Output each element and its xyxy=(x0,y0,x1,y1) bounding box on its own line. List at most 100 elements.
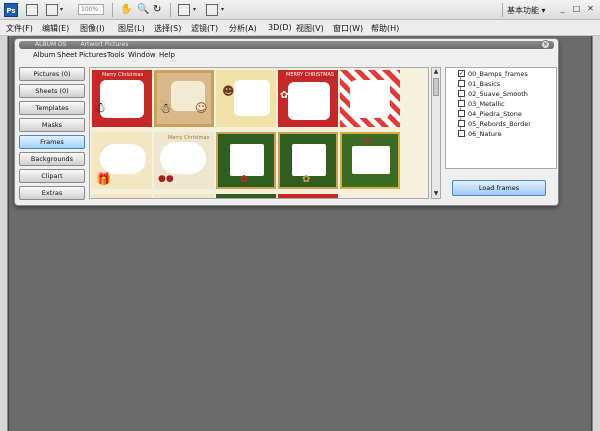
toolbar-divider xyxy=(502,3,503,17)
album-menu-tools[interactable]: Tools xyxy=(107,51,124,59)
gingerbread-icon: ☺ xyxy=(195,101,208,115)
checkbox[interactable] xyxy=(458,130,465,137)
workspace-switcher[interactable]: 基本功能 ▾ xyxy=(507,5,546,16)
menu-view[interactable]: 视图(V) xyxy=(296,23,324,34)
menu-filter[interactable]: 滤镜(T) xyxy=(191,23,218,34)
bridge-icon[interactable] xyxy=(26,4,38,16)
tree-item-04-piedra-stone[interactable]: 04_Piedra_Stone xyxy=(458,110,522,118)
arrange-documents-icon[interactable] xyxy=(178,4,190,16)
frame-thumbnail[interactable]: ✿ xyxy=(278,132,338,189)
nav-frames-button[interactable]: Frames xyxy=(19,135,85,149)
nav-extras-button[interactable]: Extras xyxy=(19,186,85,200)
frame-thumbnail[interactable]: Merry Christmas ☃ xyxy=(92,70,152,127)
tree-item-label: 01_Basics xyxy=(468,80,501,88)
tree-item-06-nature[interactable]: 06_Nature xyxy=(458,130,502,138)
album-menu-window[interactable]: Window xyxy=(128,51,156,59)
rotate-view-icon[interactable]: ↻ xyxy=(153,4,161,15)
view-extras-icon[interactable] xyxy=(46,4,58,16)
checkbox[interactable] xyxy=(458,100,465,107)
frames-folder-tree: ✓ 00_Bamps_frames 01_Basics 02_Suave_Smo… xyxy=(445,67,557,169)
album-menu-album[interactable]: Album xyxy=(33,51,55,59)
menu-layer[interactable]: 图层(L) xyxy=(118,23,145,34)
workspace-caret-icon: ▾ xyxy=(541,6,546,15)
checkbox[interactable]: ✓ xyxy=(458,70,465,77)
frame-thumbnail[interactable]: 🎁 xyxy=(92,132,152,189)
album-menu-help[interactable]: Help xyxy=(159,51,175,59)
close-button[interactable]: ✕ xyxy=(585,4,596,15)
screen-mode-icon[interactable] xyxy=(206,4,218,16)
thumbnail-caption: Merry Christmas xyxy=(168,135,210,141)
album-menu-sheet[interactable]: Sheet xyxy=(57,51,77,59)
tree-item-02-suave-smooth[interactable]: 02_Suave_Smooth xyxy=(458,90,528,98)
ornament-icon: ●● xyxy=(158,174,174,184)
menu-window[interactable]: 窗口(W) xyxy=(333,23,363,34)
frame-thumbnail[interactable]: ✿ xyxy=(216,132,276,189)
load-frames-button[interactable]: Load frames xyxy=(452,180,546,196)
tree-item-label: 02_Suave_Smooth xyxy=(468,90,528,98)
zoom-tool-icon[interactable]: 🔍 xyxy=(137,4,149,15)
checkbox[interactable] xyxy=(458,120,465,127)
bow-icon: ✿ xyxy=(240,174,249,185)
screen-mode-caret-icon[interactable]: ▾ xyxy=(221,6,224,13)
thumbnail-scrollbar[interactable]: ▲ ▼ xyxy=(431,67,441,199)
frame-thumbnail[interactable] xyxy=(340,70,400,127)
frame-thumbnail[interactable]: ☃ ☺ xyxy=(154,70,214,127)
restore-button[interactable]: □ xyxy=(571,4,582,15)
album-menu-pictures[interactable]: Pictures xyxy=(79,51,107,59)
menu-help[interactable]: 帮助(H) xyxy=(371,23,399,34)
menu-3d[interactable]: 3D(D) xyxy=(268,23,292,32)
album-title-bar[interactable]: ALBUM DS Artwort Pictures xyxy=(19,41,554,49)
menu-edit[interactable]: 编辑(E) xyxy=(42,23,69,34)
menu-file[interactable]: 文件(F) xyxy=(6,23,33,34)
tree-item-01-basics[interactable]: 01_Basics xyxy=(458,80,501,88)
frame-thumbnail[interactable] xyxy=(216,194,276,198)
menu-select[interactable]: 选择(S) xyxy=(154,23,181,34)
hand-tool-icon[interactable]: ✋ xyxy=(120,4,132,15)
frame-thumbnail[interactable]: ❦ xyxy=(340,132,400,189)
thumbnail-caption: Merry Christmas xyxy=(102,72,144,78)
nav-masks-button[interactable]: Masks xyxy=(19,118,85,132)
nav-templates-button[interactable]: Templates xyxy=(19,101,85,115)
workspace-label: 基本功能 xyxy=(507,6,539,15)
tree-item-00-bamps-frames[interactable]: ✓ 00_Bamps_frames xyxy=(458,70,528,78)
frame-thumbnail[interactable] xyxy=(154,194,214,198)
tree-item-label: 00_Bamps_frames xyxy=(468,70,528,78)
frame-thumbnail[interactable] xyxy=(278,194,338,198)
nav-sheets-button[interactable]: Sheets (0) xyxy=(19,84,85,98)
view-extras-caret-icon[interactable]: ▾ xyxy=(60,6,63,13)
frame-thumbnail[interactable]: Merry Christmas ●● xyxy=(154,132,214,189)
holly-icon: ❦ xyxy=(364,136,372,146)
album-title: ALBUM DS xyxy=(35,41,67,48)
tree-item-05-rebords-border[interactable]: 05_Rebords_Border xyxy=(458,120,531,128)
nav-pictures-button[interactable]: Pictures (0) xyxy=(19,67,85,81)
bear-icon: ☻ xyxy=(222,84,235,98)
snowman-icon: ☃ xyxy=(159,101,172,117)
toolbar-divider xyxy=(170,3,171,17)
scroll-up-icon[interactable]: ▲ xyxy=(432,68,440,76)
scroll-down-icon[interactable]: ▼ xyxy=(432,190,440,198)
menu-bar: 文件(F) 编辑(E) 图像(I) 图层(L) 选择(S) 滤镜(T) 分析(A… xyxy=(0,20,600,36)
minimize-button[interactable]: _ xyxy=(557,4,568,15)
tree-item-label: 04_Piedra_Stone xyxy=(468,110,522,118)
checkbox[interactable] xyxy=(458,90,465,97)
tree-item-label: 05_Rebords_Border xyxy=(468,120,531,128)
angel-icon: ✿ xyxy=(280,90,289,101)
arrange-caret-icon[interactable]: ▾ xyxy=(193,6,196,13)
menu-analysis[interactable]: 分析(A) xyxy=(229,23,257,34)
frame-thumbnail[interactable] xyxy=(92,194,152,198)
snowman-icon: ☃ xyxy=(94,100,107,116)
menu-image[interactable]: 图像(I) xyxy=(80,23,105,34)
checkbox[interactable] xyxy=(458,80,465,87)
frame-thumbnail[interactable]: ☻ xyxy=(216,70,276,127)
scroll-thumb[interactable] xyxy=(433,78,439,96)
frame-thumbnail[interactable]: MERRY CHRISTMAS ✿ xyxy=(278,70,338,127)
frames-thumbnail-grid: Merry Christmas ☃ ☃ ☺ ☻ MERRY CHRISTMAS … xyxy=(89,67,429,199)
checkbox[interactable] xyxy=(458,110,465,117)
nav-backgrounds-button[interactable]: Backgrounds xyxy=(19,152,85,166)
tree-item-03-metallic[interactable]: 03_Metallic xyxy=(458,100,505,108)
right-panel-strip xyxy=(592,36,600,431)
nav-clipart-button[interactable]: Clipart xyxy=(19,169,85,183)
app-bar: Ps ▾ 100% ✋ 🔍 ↻ ▾ ▾ 基本功能 ▾ _ □ ✕ xyxy=(0,0,600,20)
album-close-button[interactable]: × xyxy=(541,40,550,49)
zoom-level-field[interactable]: 100% xyxy=(78,4,104,15)
